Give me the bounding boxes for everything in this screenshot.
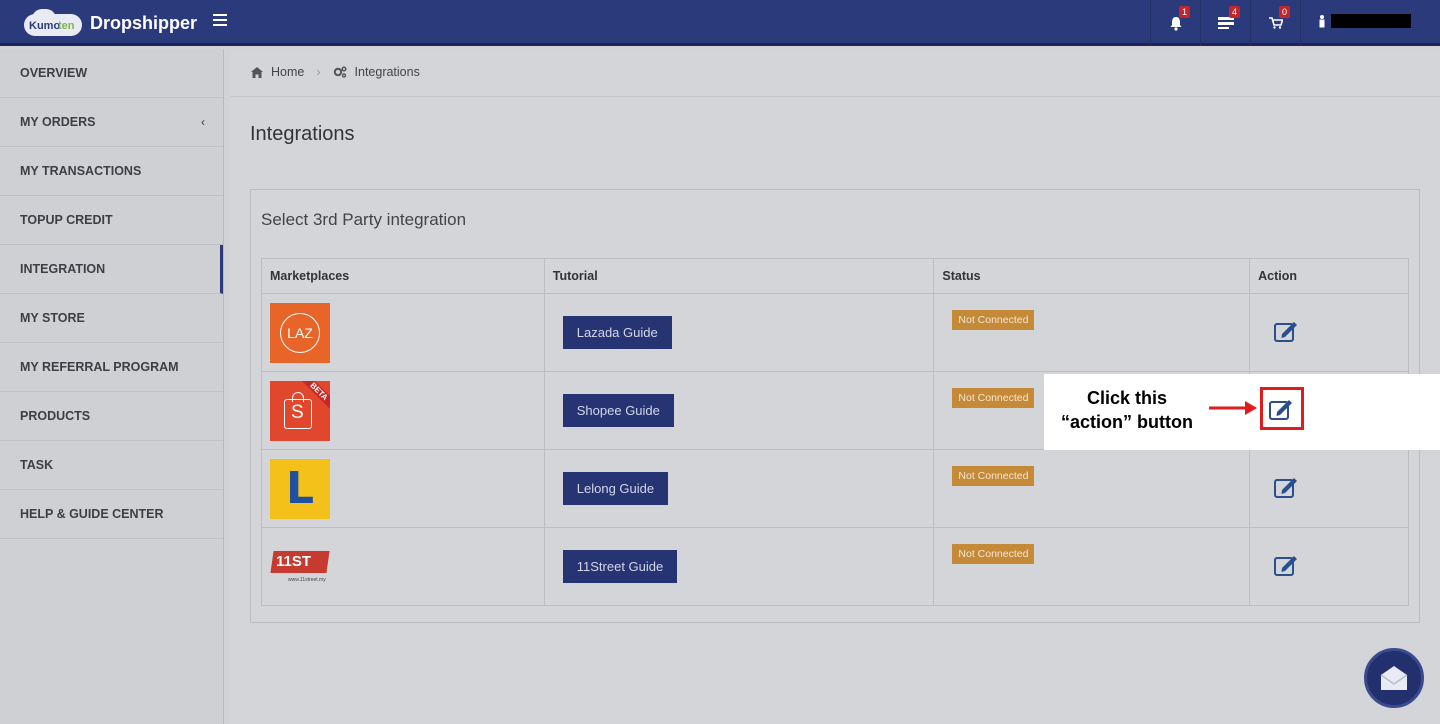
page-title: Integrations bbox=[250, 123, 355, 145]
sidebar-item-label: MY REFERRAL PROGRAM bbox=[20, 360, 179, 374]
kumoten-logo: Kumo ten bbox=[24, 9, 82, 37]
sidebar-item-products[interactable]: PRODUCTS bbox=[0, 392, 223, 441]
top-navbar: Kumo ten Dropshipper 1 4 0 bbox=[0, 0, 1440, 46]
status-badge: Not Connected bbox=[952, 387, 1035, 408]
sidebar-item-task[interactable]: TASK bbox=[0, 441, 223, 490]
cart-icon bbox=[1268, 17, 1283, 29]
11street-logo-text: 11ST bbox=[276, 552, 312, 570]
sidebar-item-label: OVERVIEW bbox=[20, 66, 88, 80]
callout-text: Click this “action” button bbox=[1044, 386, 1210, 434]
home-icon bbox=[251, 66, 263, 78]
notifications-badge: 1 bbox=[1178, 6, 1190, 18]
status-badge: Not Connected bbox=[952, 543, 1035, 564]
tutorial-callout: Click this “action” button bbox=[1044, 374, 1440, 450]
gears-icon bbox=[333, 66, 347, 78]
table-header-row: Marketplaces Tutorial Status Action bbox=[261, 258, 1409, 294]
shopee-guide-button[interactable]: Shopee Guide bbox=[562, 394, 674, 427]
sidebar-item-topup-credit[interactable]: TOPUP CREDIT bbox=[0, 196, 223, 245]
sidebar-item-my-store[interactable]: MY STORE bbox=[0, 294, 223, 343]
envelope-icon bbox=[1380, 666, 1408, 690]
divider bbox=[231, 96, 1440, 97]
logo-text-kumo: Kumo bbox=[29, 20, 61, 32]
breadcrumb-current: Integrations bbox=[354, 65, 420, 79]
brand[interactable]: Kumo ten Dropshipper bbox=[24, 8, 197, 38]
logo-text-ten: ten bbox=[58, 20, 75, 32]
table-row: LAZ Lazada Guide Not Connected bbox=[261, 293, 1409, 372]
messages-button[interactable]: 4 bbox=[1200, 0, 1250, 46]
lelong-guide-button[interactable]: Lelong Guide bbox=[562, 472, 669, 505]
lazada-logo: LAZ bbox=[270, 302, 330, 363]
notifications-button[interactable]: 1 bbox=[1150, 0, 1200, 46]
redacted-username bbox=[1331, 14, 1411, 28]
lazada-guide-button[interactable]: Lazada Guide bbox=[562, 316, 672, 349]
column-header-tutorial: Tutorial bbox=[543, 258, 935, 294]
app-name: Dropshipper bbox=[90, 12, 198, 33]
column-header-action: Action bbox=[1249, 258, 1409, 294]
sidebar-item-my-transactions[interactable]: MY TRANSACTIONS bbox=[0, 147, 223, 196]
column-header-status: Status bbox=[933, 258, 1251, 294]
sidebar-item-label: MY TRANSACTIONS bbox=[20, 164, 142, 178]
edit-icon[interactable] bbox=[1274, 554, 1300, 576]
sidebar-item-label: MY STORE bbox=[20, 311, 85, 325]
sidebar-item-overview[interactable]: OVERVIEW bbox=[0, 49, 223, 98]
panel-title: Select 3rd Party integration bbox=[261, 210, 467, 229]
sidebar-item-label: TOPUP CREDIT bbox=[20, 213, 113, 227]
breadcrumb-home-link[interactable]: Home bbox=[271, 65, 304, 79]
messages-badge: 4 bbox=[1228, 6, 1240, 18]
shopee-logo-text: S bbox=[291, 401, 304, 423]
lelong-logo-text: L bbox=[285, 463, 315, 514]
chevron-left-icon: ‹ bbox=[201, 115, 205, 129]
shopee-logo: S BETA bbox=[270, 380, 330, 441]
sidebar-item-label: INTEGRATION bbox=[20, 262, 106, 276]
11street-guide-button[interactable]: 11Street Guide bbox=[562, 550, 678, 583]
sidebar-item-label: MY ORDERS bbox=[20, 115, 96, 129]
sidebar-item-my-orders[interactable]: MY ORDERS ‹ bbox=[0, 98, 223, 147]
table-row: 11ST www.11street.my 11Street Guide Not … bbox=[261, 527, 1409, 606]
sidebar-item-help-guide-center[interactable]: HELP & GUIDE CENTER bbox=[0, 490, 223, 539]
messages-icon bbox=[1217, 17, 1234, 29]
status-badge: Not Connected bbox=[952, 465, 1035, 486]
sidebar: OVERVIEW MY ORDERS ‹ MY TRANSACTIONS TOPU… bbox=[0, 49, 224, 724]
user-icon bbox=[1319, 15, 1325, 28]
chat-button[interactable] bbox=[1364, 648, 1424, 708]
breadcrumb-separator-icon: › bbox=[316, 65, 321, 79]
cart-badge: 0 bbox=[1278, 6, 1290, 18]
sidebar-item-integration[interactable]: INTEGRATION bbox=[0, 245, 223, 294]
status-badge: Not Connected bbox=[952, 309, 1035, 330]
11street-logo: 11ST www.11street.my bbox=[270, 537, 330, 597]
11street-logo-url: www.11street.my bbox=[288, 576, 326, 583]
sidebar-item-label: HELP & GUIDE CENTER bbox=[20, 507, 164, 521]
sidebar-item-label: PRODUCTS bbox=[20, 409, 91, 423]
lelong-logo: L bbox=[270, 458, 330, 519]
callout-line-1: Click this bbox=[1086, 388, 1168, 408]
callout-line-2: “action” button bbox=[1061, 412, 1193, 432]
user-menu[interactable] bbox=[1300, 0, 1440, 46]
lazada-logo-text: LAZ bbox=[280, 312, 320, 353]
sidebar-item-label: TASK bbox=[20, 458, 54, 472]
edit-icon[interactable] bbox=[1269, 398, 1295, 420]
red-arrow-icon bbox=[1209, 401, 1257, 415]
cart-button[interactable]: 0 bbox=[1250, 0, 1300, 46]
edit-icon[interactable] bbox=[1274, 476, 1300, 498]
column-header-marketplaces: Marketplaces bbox=[261, 258, 545, 294]
breadcrumb: Home › Integrations bbox=[251, 65, 420, 79]
highlighted-action-button[interactable] bbox=[1260, 387, 1304, 430]
table-row: L Lelong Guide Not Connected bbox=[261, 449, 1409, 528]
edit-icon[interactable] bbox=[1274, 320, 1300, 342]
menu-toggle-icon[interactable] bbox=[213, 14, 227, 26]
sidebar-item-my-referral-program[interactable]: MY REFERRAL PROGRAM bbox=[0, 343, 223, 392]
